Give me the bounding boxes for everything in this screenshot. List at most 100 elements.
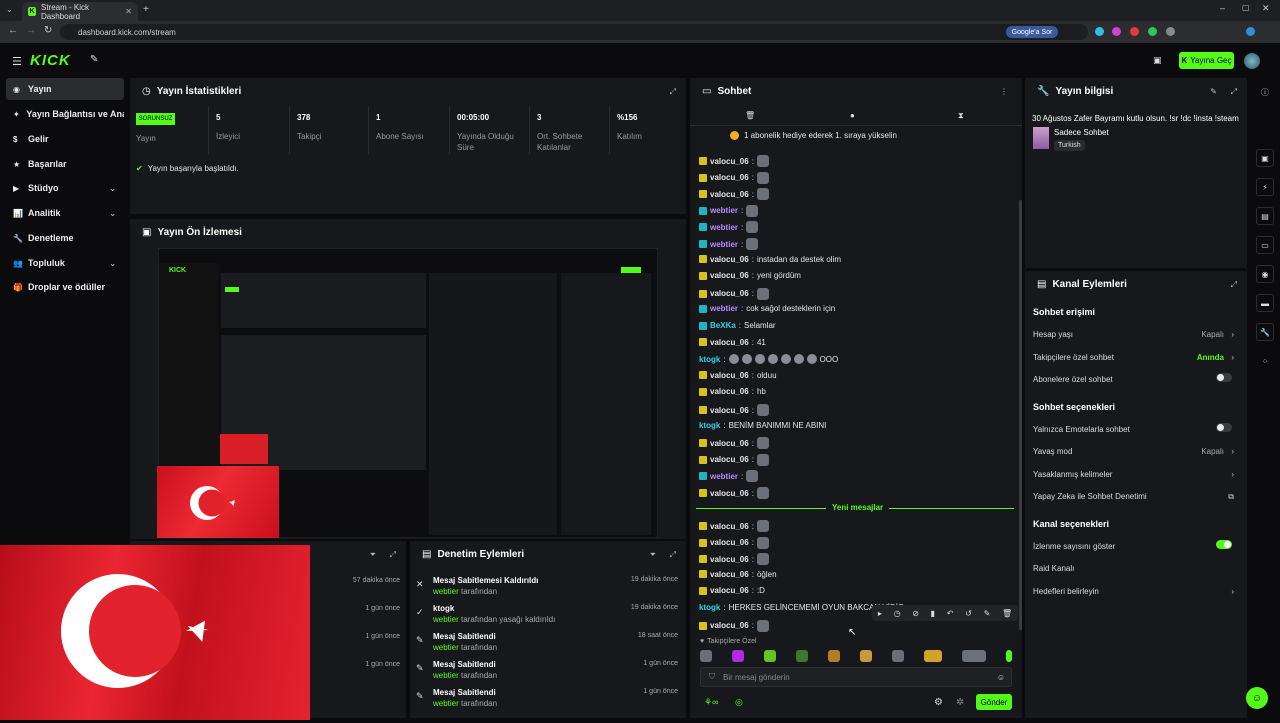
chat-username[interactable]: valocu_06: [710, 255, 749, 264]
emote-icon[interactable]: [828, 650, 840, 662]
chat-username[interactable]: valocu_06: [710, 570, 749, 579]
list-icon[interactable]: ▤: [1256, 207, 1274, 225]
emote-icon[interactable]: [746, 221, 759, 234]
expand-icon[interactable]: ⤢: [670, 87, 676, 97]
record-icon[interactable]: ◉: [1256, 265, 1274, 283]
chat-message[interactable]: valocu_06: instadan da destek olim: [699, 255, 841, 264]
chat-username[interactable]: ktogk: [699, 603, 720, 612]
chat-username[interactable]: valocu_06: [710, 489, 749, 498]
expand-icon[interactable]: ⤢: [1231, 87, 1237, 97]
chat-message[interactable]: valocu_06::D: [699, 586, 765, 595]
tab-close-icon[interactable]: ✕: [125, 7, 132, 16]
chat-message[interactable]: valocu_06: olduu: [699, 371, 777, 380]
sidebar-item[interactable]: $ Gelir: [6, 128, 124, 150]
emote-icon[interactable]: [700, 650, 712, 662]
moderator-name[interactable]: webtier: [433, 699, 459, 708]
chat-username[interactable]: valocu_06: [710, 387, 749, 396]
emote-icon[interactable]: [892, 650, 904, 662]
chat-message[interactable]: valocu_06:: [699, 437, 769, 450]
emoji-icon[interactable]: ☺: [997, 673, 1005, 682]
delete-icon[interactable]: 🗑: [1002, 609, 1012, 618]
expand-icon[interactable]: ⤢: [670, 550, 676, 560]
chat-username[interactable]: webtier: [710, 223, 738, 232]
chat-username[interactable]: valocu_06: [710, 371, 749, 380]
chat-username[interactable]: valocu_06: [710, 555, 749, 564]
chat-mode-icon[interactable]: ●: [850, 111, 855, 120]
minimize-icon[interactable]: –: [1220, 3, 1225, 13]
lightning-icon[interactable]: ⚡: [1256, 178, 1274, 196]
chat-username[interactable]: valocu_06: [710, 621, 749, 630]
chat-message[interactable]: webtier:: [699, 221, 759, 234]
new-tab-icon[interactable]: +: [143, 4, 149, 15]
emote-icon[interactable]: [1006, 650, 1012, 662]
info-icon[interactable]: ⓘ: [1256, 83, 1274, 101]
emote-icon[interactable]: [962, 650, 986, 662]
emote-icon[interactable]: [764, 650, 776, 662]
scrollbar[interactable]: [1019, 200, 1022, 630]
moderation-row[interactable]: ✓ ktogk webtier tarafından yasağı kaldırıl…: [416, 604, 682, 626]
emote-icon[interactable]: [756, 404, 769, 416]
chat-username[interactable]: valocu_06: [710, 289, 749, 298]
sidebar-item[interactable]: ▶ Stüdyo ⌄: [6, 177, 124, 199]
chat-message[interactable]: valocu_06: yeni gördüm: [699, 271, 801, 280]
chat-message[interactable]: valocu_06:: [699, 520, 769, 532]
channel-setting-row[interactable]: Yalnızca Emotelarla sohbet: [1033, 422, 1238, 437]
channel-setting-row[interactable]: Abonelere özel sohbet: [1033, 373, 1238, 387]
expand-icon[interactable]: ⤢: [1231, 280, 1237, 290]
moderation-row[interactable]: ✎ Mesaj Sabitlendi webtier tarafından 1 gün…: [416, 688, 682, 710]
chat-message[interactable]: valocu_06:: [699, 188, 769, 201]
sidebar-item[interactable]: ✦ Yayın Bağlantısı ve Anahtarı: [6, 103, 124, 125]
slash-icon[interactable]: ⊘: [912, 609, 919, 618]
chat-message[interactable]: valocu_06:: [699, 155, 769, 167]
forward-icon[interactable]: →: [26, 25, 36, 36]
chat-message[interactable]: valocu_06:: [699, 453, 769, 466]
toggle-switch[interactable]: [1216, 422, 1232, 432]
emote-icon[interactable]: [780, 354, 791, 365]
sidebar-item[interactable]: ◉ Yayın: [6, 78, 124, 100]
chat-username[interactable]: valocu_06: [710, 538, 749, 547]
emote-icon[interactable]: [756, 536, 769, 549]
channel-setting-row[interactable]: Takipçilere özel sohbet Anında ›: [1033, 353, 1238, 365]
tab-dropdown-icon[interactable]: ⌄: [6, 5, 13, 14]
chat-message[interactable]: valocu_06:: [699, 404, 769, 416]
play-icon[interactable]: ▸: [878, 609, 882, 618]
chat-username[interactable]: valocu_06: [710, 173, 749, 182]
chat-username[interactable]: valocu_06: [710, 338, 749, 347]
reply-icon[interactable]: ↶: [947, 609, 954, 618]
hourglass-icon[interactable]: ⧗: [958, 111, 964, 121]
emote-icon[interactable]: [756, 155, 769, 167]
settings-icon[interactable]: ⚙: [934, 697, 943, 708]
sidebar-item[interactable]: 👥 Topluluk ⌄: [6, 252, 124, 274]
emote-icon[interactable]: [860, 650, 872, 662]
channel-setting-row[interactable]: Yasaklanmış kelimeler ›: [1033, 470, 1238, 482]
chat-username[interactable]: valocu_06: [710, 157, 749, 166]
chat-message[interactable]: webtier:: [699, 204, 759, 217]
channel-setting-row[interactable]: Hesap yaşı Kapalı ›: [1033, 330, 1238, 342]
emote-icon[interactable]: [741, 354, 752, 365]
emote-icon[interactable]: [728, 354, 739, 365]
browser-tab[interactable]: K Stream - Kick Dashboard ✕: [22, 2, 138, 21]
filter-icon[interactable]: ⏷: [370, 550, 376, 560]
emote-icon[interactable]: [746, 470, 759, 483]
close-window-icon[interactable]: ✕: [1262, 3, 1270, 14]
emote-icon[interactable]: [746, 238, 759, 250]
apps-icon[interactable]: ⁘: [1256, 352, 1274, 370]
undo-icon[interactable]: ↺: [965, 609, 972, 618]
emote-icon[interactable]: [754, 354, 765, 365]
toggle-switch[interactable]: [1216, 373, 1232, 382]
emote-icon[interactable]: [793, 354, 804, 365]
chat-username[interactable]: valocu_06: [710, 439, 749, 448]
chat-username[interactable]: webtier: [710, 240, 738, 249]
emote-icon[interactable]: [756, 619, 769, 632]
timeout-icon[interactable]: ◷: [894, 609, 901, 618]
chat-message[interactable]: BeXKa: Selamlar: [699, 321, 776, 330]
wrench-icon[interactable]: 🔧: [1256, 323, 1274, 341]
chat-username[interactable]: ktogk: [699, 421, 720, 430]
extension-icon[interactable]: [1095, 27, 1104, 36]
moderator-name[interactable]: webtier: [433, 671, 459, 680]
chat-username[interactable]: valocu_06: [710, 522, 749, 531]
chat-message[interactable]: valocu_06:: [699, 171, 769, 184]
category-name[interactable]: Sadece Sohbet: [1054, 128, 1109, 137]
address-bar[interactable]: dashboard.kick.com/stream: [60, 24, 1088, 40]
chat-message[interactable]: ktogk: BENİM BANIMMI NE ABINI: [699, 421, 826, 430]
